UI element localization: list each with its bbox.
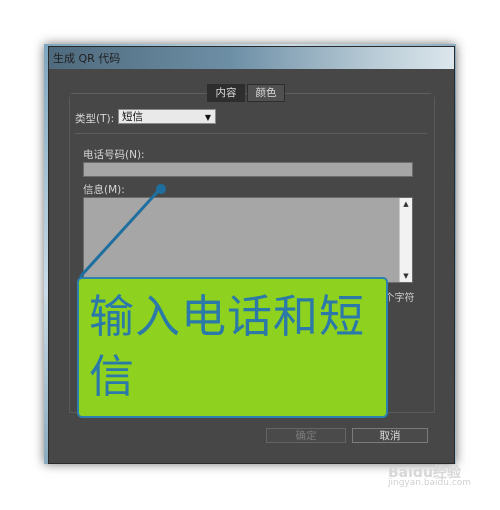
pointer-line <box>78 187 162 279</box>
watermark-url: jingyan.baidu.com <box>388 478 472 488</box>
callout-pointer <box>78 184 166 279</box>
pointer-dot <box>156 184 166 194</box>
annotation-callout: 输入电话和短信 <box>77 277 388 418</box>
annotation-text: 输入电话和短信 <box>89 290 366 403</box>
